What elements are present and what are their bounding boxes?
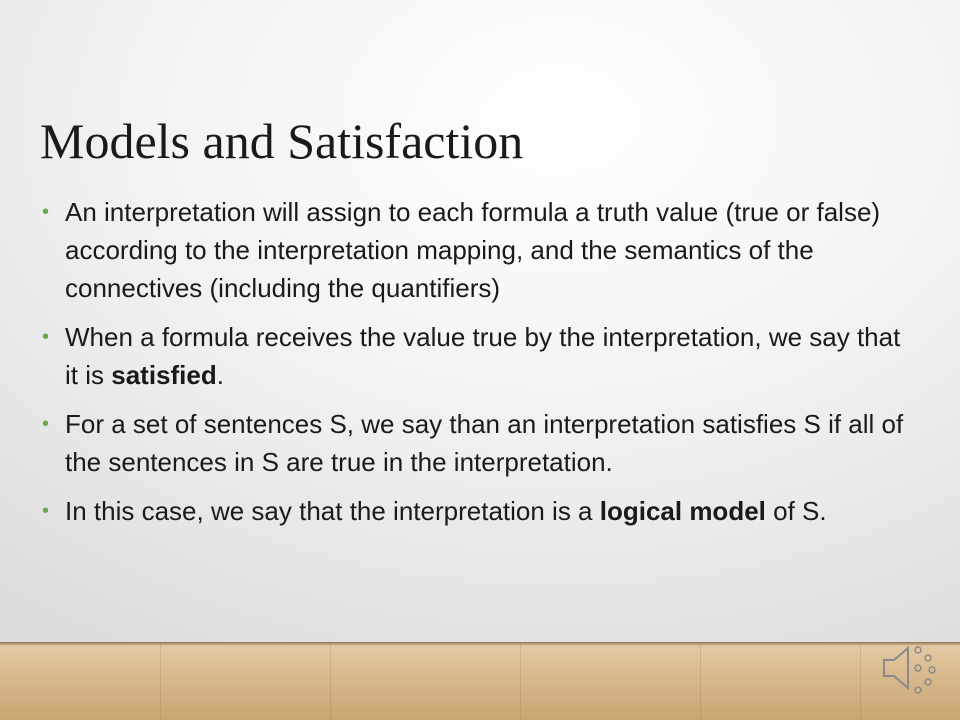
bullet-bold-term: logical model	[599, 496, 766, 526]
bullet-bold-term: satisfied	[111, 360, 217, 390]
bullet-dot-icon: •	[42, 500, 50, 522]
bullet-dot-icon: •	[42, 326, 50, 348]
bullet-dot-icon: •	[42, 413, 50, 435]
speaker-icon[interactable]	[878, 640, 942, 696]
bullet-item: • For a set of sentences S, we say than …	[40, 405, 920, 481]
bullet-dot-icon: •	[42, 201, 50, 223]
slide: Models and Satisfaction • An interpretat…	[0, 0, 960, 720]
bullet-item: • When a formula receives the value true…	[40, 318, 920, 394]
bullet-text: An interpretation will assign to each fo…	[65, 197, 881, 303]
bullet-item: • An interpretation will assign to each …	[40, 193, 920, 307]
bullet-text: For a set of sentences S, we say than an…	[65, 409, 904, 477]
bullet-text-end: of S.	[765, 496, 827, 526]
bullet-text: In this case, we say that the interpreta…	[65, 496, 600, 526]
slide-title: Models and Satisfaction	[40, 113, 524, 169]
bullet-text-end: .	[216, 360, 224, 390]
bullet-item: • In this case, we say that the interpre…	[40, 492, 920, 530]
wood-floor-decoration	[0, 642, 960, 720]
bullet-list: • An interpretation will assign to each …	[40, 193, 920, 541]
